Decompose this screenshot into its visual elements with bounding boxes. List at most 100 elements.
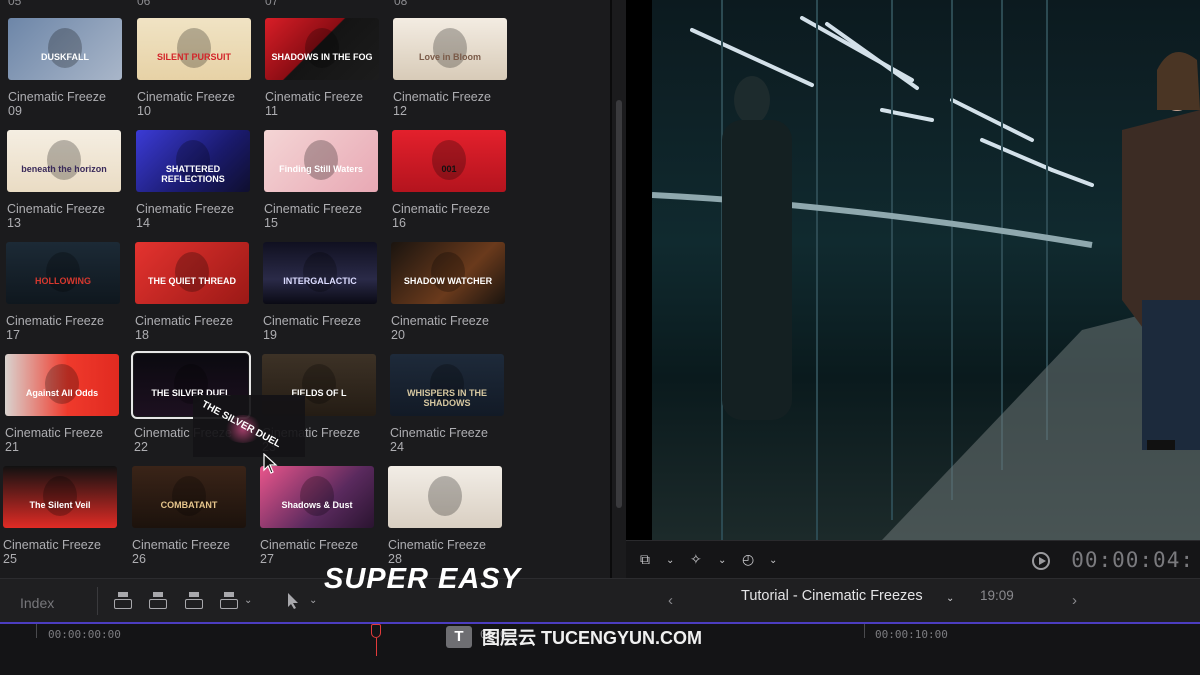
thumbnail-title: HOLLOWING	[35, 276, 91, 286]
template-thumbnail[interactable]: 001	[392, 130, 506, 192]
template-tile[interactable]: HOLLOWING Cinematic Freeze 17	[6, 242, 126, 342]
connect-clip-button[interactable]	[112, 591, 134, 611]
append-icon	[189, 592, 199, 597]
ruler-tick	[864, 624, 865, 638]
template-tile[interactable]: SILENT PURSUIT Cinematic Freeze 10	[137, 18, 257, 118]
template-thumbnail[interactable]: INTERGALACTIC	[263, 242, 377, 304]
template-thumbnail[interactable]	[388, 466, 502, 528]
template-label: Cinematic Freeze	[260, 538, 358, 552]
template-thumbnail[interactable]: DUSKFALL	[8, 18, 122, 80]
scrollbar-thumb[interactable]	[616, 100, 622, 508]
template-thumbnail[interactable]: COMBATANT	[132, 466, 246, 528]
template-tile[interactable]: Finding Still Waters Cinematic Freeze 15	[264, 130, 384, 230]
template-number: 20	[391, 328, 405, 342]
thumbnail-title: DUSKFALL	[41, 52, 89, 62]
thumbnail-title: Love in Bloom	[418, 52, 481, 62]
template-thumbnail[interactable]: WHISPERS IN THE SHADOWS	[390, 354, 504, 416]
overwrite-icon	[224, 592, 234, 597]
chevron-down-icon[interactable]: ⌄	[946, 593, 954, 604]
template-number: 21	[5, 440, 19, 454]
index-button[interactable]: Index	[20, 595, 54, 611]
template-tile[interactable]: THE QUIET THREAD Cinematic Freeze 18	[135, 242, 255, 342]
template-tile[interactable]: INTERGALACTIC Cinematic Freeze 19	[263, 242, 383, 342]
template-thumbnail[interactable]: SHADOWS IN THE FOG	[265, 18, 379, 80]
project-duration: 19:09	[980, 588, 1014, 603]
template-label: Cinematic Freeze	[132, 538, 230, 552]
browser-scrollbar[interactable]	[612, 0, 626, 578]
thumbnail-figure	[302, 364, 336, 404]
mouse-pointer-icon	[263, 453, 278, 474]
template-tile[interactable]: SHATTERED REFLECTIONS Cinematic Freeze 14	[136, 130, 256, 230]
overwrite-clip-button[interactable]	[218, 591, 240, 611]
template-tile[interactable]: SHADOWS IN THE FOG Cinematic Freeze 11	[265, 18, 385, 118]
template-thumbnail[interactable]: SILENT PURSUIT	[137, 18, 251, 80]
insert-clip-button[interactable]	[147, 591, 169, 611]
template-thumbnail[interactable]: Against All Odds	[5, 354, 119, 416]
template-tile[interactable]: Against All Odds Cinematic Freeze 21	[5, 354, 125, 454]
template-label: Cinematic Freeze	[136, 202, 234, 216]
viewer-controls-bar: ⧉ ⌄ ✧ ⌄ ◴ ⌄ 00:00:04:	[626, 540, 1200, 578]
chevron-down-icon[interactable]: ⌄	[666, 555, 674, 566]
template-label: Cinematic Freeze	[388, 538, 486, 552]
template-tile[interactable]: WHISPERS IN THE SHADOWS Cinematic Freeze 2…	[390, 354, 510, 454]
viewer-video-frame[interactable]	[652, 0, 1200, 540]
template-tile[interactable]: Cinematic Freeze 28	[388, 466, 508, 566]
template-thumbnail[interactable]: The Silent Veil	[3, 466, 117, 528]
thumbnail-title: The Silent Veil	[29, 500, 91, 510]
append-clip-button[interactable]	[183, 591, 205, 611]
play-icon[interactable]	[1032, 552, 1050, 570]
watermark-text: 图层云 TUCENGYUN.COM	[482, 628, 702, 648]
tile-number: 06	[137, 0, 151, 8]
select-tool-icon[interactable]	[286, 592, 300, 610]
template-tile[interactable]: Love in Bloom Cinematic Freeze 12	[393, 18, 513, 118]
thumbnail-figure	[177, 28, 211, 68]
template-tile[interactable]: 001 Cinematic Freeze 16	[392, 130, 512, 230]
next-project-arrow[interactable]: ›	[1072, 592, 1077, 609]
template-label: Cinematic Freeze	[393, 90, 491, 104]
thumbnail-title: SHADOWS IN THE FOG	[271, 52, 373, 62]
timeline-ruler[interactable]: 00:00:00:00 00:0 00:00:10:00 T 图层云 TUCEN…	[0, 622, 1200, 675]
chevron-down-icon[interactable]: ⌄	[718, 555, 726, 566]
thumbnail-figure	[300, 476, 334, 516]
toolbar-divider	[97, 587, 98, 615]
thumbnail-title: COMBATANT	[160, 500, 218, 510]
chevron-down-icon[interactable]: ⌄	[244, 595, 252, 606]
template-thumbnail[interactable]: THE QUIET THREAD	[135, 242, 249, 304]
speed-icon[interactable]: ◴	[742, 551, 754, 568]
template-tile[interactable]: beneath the horizon Cinematic Freeze 13	[7, 130, 127, 230]
template-thumbnail[interactable]: Finding Still Waters	[264, 130, 378, 192]
playhead[interactable]	[371, 624, 381, 638]
magic-wand-icon[interactable]: ✧	[690, 551, 702, 568]
template-thumbnail[interactable]: SHATTERED REFLECTIONS	[136, 130, 250, 192]
tile-number: 05	[8, 0, 22, 8]
template-number: 13	[7, 216, 21, 230]
thumbnail-title: Against All Odds	[25, 388, 99, 398]
template-label: Cinematic Freeze	[135, 314, 233, 328]
template-thumbnail[interactable]: SHADOW WATCHER	[391, 242, 505, 304]
thumbnail-title: SILENT PURSUIT	[156, 52, 231, 62]
thumbnail-figure	[43, 476, 77, 516]
template-tile[interactable]: SHADOW WATCHER Cinematic Freeze 20	[391, 242, 511, 342]
thumbnail-title: INTERGALACTIC	[283, 276, 357, 286]
thumbnail-figure	[175, 252, 209, 292]
template-tile[interactable]: The Silent Veil Cinematic Freeze 25	[3, 466, 123, 566]
template-tile[interactable]: DUSKFALL Cinematic Freeze 09	[8, 18, 128, 118]
template-number: 26	[132, 552, 146, 566]
template-thumbnail[interactable]: HOLLOWING	[6, 242, 120, 304]
project-title[interactable]: Tutorial - Cinematic Freezes	[741, 588, 923, 604]
chevron-down-icon[interactable]: ⌄	[769, 555, 777, 566]
template-number: 17	[6, 328, 20, 342]
template-thumbnail[interactable]: Love in Bloom	[393, 18, 507, 80]
ruler-timecode: 00:00:10:00	[875, 628, 948, 641]
template-thumbnail[interactable]: Shadows & Dust	[260, 466, 374, 528]
template-tile[interactable]: Shadows & Dust Cinematic Freeze 27	[260, 466, 380, 566]
thumbnail-figure	[47, 140, 81, 180]
crop-icon[interactable]: ⧉	[640, 551, 650, 568]
effects-browser: 05 06 07 08 DUSKFALL Cinematic Freeze 09 SI…	[0, 0, 610, 578]
template-label: Cinematic Freeze	[392, 202, 490, 216]
previous-project-arrow[interactable]: ‹	[668, 592, 673, 609]
template-thumbnail[interactable]: beneath the horizon	[7, 130, 121, 192]
thumbnail-figure	[305, 28, 339, 68]
template-tile[interactable]: COMBATANT Cinematic Freeze 26	[132, 466, 252, 566]
chevron-down-icon[interactable]: ⌄	[309, 595, 317, 606]
